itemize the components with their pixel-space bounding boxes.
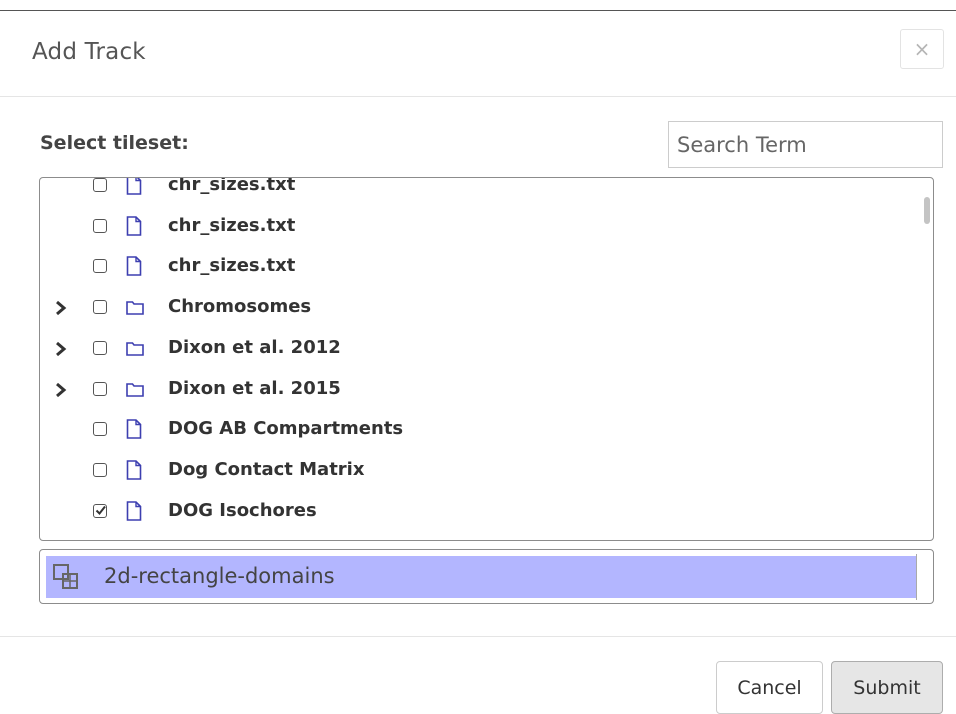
panel-divider: [916, 554, 917, 600]
chevron-right-icon[interactable]: [53, 299, 69, 317]
tree-file-row[interactable]: chr_sizes.txt: [40, 177, 920, 206]
tree-scrollbar[interactable]: [924, 197, 930, 224]
2d-rectangle-domains-icon: [53, 564, 78, 589]
dialog-title: Add Track: [32, 39, 146, 65]
chevron-right-icon[interactable]: [53, 381, 69, 399]
tree-item-label: chr_sizes.txt: [168, 255, 296, 277]
tree-file-row[interactable]: chr_sizes.txt: [40, 247, 920, 287]
close-icon: ×: [913, 37, 931, 61]
tree-item-label: Dixon et al. 2012: [168, 336, 341, 358]
folder-icon: [126, 379, 144, 399]
tree-checkbox[interactable]: [93, 422, 107, 437]
tree-folder-row[interactable]: Dixon et al. 2012: [40, 329, 920, 369]
file-icon: [126, 256, 142, 277]
file-icon: [126, 419, 142, 439]
tree-item-label: Dog Contact Matrix: [168, 458, 365, 480]
tree-item-label: DOG Isochores: [168, 499, 317, 521]
dialog-header: Add Track ×: [0, 11, 956, 97]
tree-checkbox[interactable]: [93, 259, 107, 274]
folder-icon: [126, 338, 144, 358]
selected-tracks-panel: 2d-rectangle-domains: [39, 549, 934, 604]
file-icon: [126, 460, 142, 480]
tileset-tree[interactable]: chr_sizes.txt chr_sizes.txt chr_sizes.txt C…: [39, 177, 934, 541]
tree-item-label: Chromosomes: [168, 296, 312, 318]
tree-checkbox[interactable]: [93, 218, 107, 233]
tree-checkbox[interactable]: [93, 503, 107, 518]
tree-file-row[interactable]: [40, 532, 920, 540]
selected-track-label: 2d-rectangle-domains: [104, 564, 335, 588]
close-button[interactable]: ×: [900, 29, 944, 69]
file-icon: [126, 215, 142, 236]
chevron-right-icon[interactable]: [53, 340, 69, 358]
submit-button[interactable]: Submit: [831, 661, 943, 714]
search-input[interactable]: [668, 121, 943, 168]
tree-item-label: DOG AB Compartments: [168, 418, 404, 440]
file-icon: [126, 500, 142, 521]
tree-file-row[interactable]: chr_sizes.txt: [40, 207, 920, 247]
tree-file-row[interactable]: DOG AB Compartments: [40, 410, 920, 450]
file-icon: [126, 178, 142, 195]
tree-checkbox[interactable]: [93, 340, 107, 355]
tree-folder-row[interactable]: Chromosomes: [40, 288, 920, 328]
selected-track-item[interactable]: 2d-rectangle-domains: [46, 556, 916, 598]
tree-item-label: Dixon et al. 2015: [168, 377, 341, 399]
tree-checkbox[interactable]: [93, 381, 107, 396]
tree-file-row[interactable]: Dog Contact Matrix: [40, 451, 920, 491]
tree-folder-row[interactable]: Dixon et al. 2015: [40, 370, 920, 410]
folder-icon: [126, 297, 144, 317]
tree-checkbox[interactable]: [93, 300, 107, 315]
tree-checkbox[interactable]: [93, 178, 107, 192]
tree-item-label: chr_sizes.txt: [168, 177, 296, 195]
select-tileset-label: Select tileset:: [40, 132, 189, 154]
tree-checkbox[interactable]: [93, 462, 107, 477]
cancel-button[interactable]: Cancel: [716, 661, 823, 714]
tree-file-row[interactable]: DOG Isochores: [40, 492, 920, 532]
tree-item-label: chr_sizes.txt: [168, 214, 296, 236]
footer-divider: [0, 636, 956, 637]
